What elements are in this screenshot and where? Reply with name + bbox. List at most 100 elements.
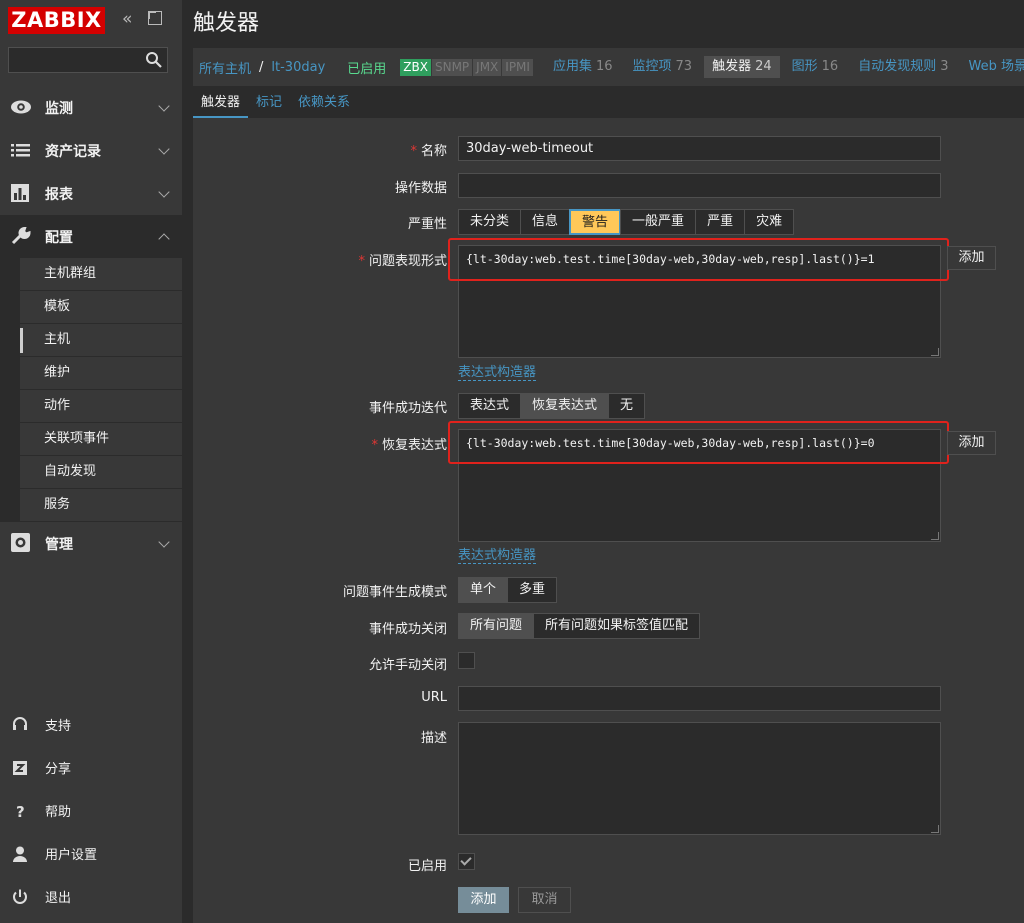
- menu-administration[interactable]: 管理: [0, 522, 182, 565]
- ok-close-tag-match[interactable]: 所有问题如果标签值匹配: [533, 613, 701, 639]
- menu-monitoring[interactable]: 监测: [0, 86, 182, 129]
- page-title: 触发器: [193, 11, 260, 36]
- menu-sign-out[interactable]: 退出: [0, 875, 182, 918]
- jmx-availability-badge: JMX: [473, 58, 502, 76]
- recovery-expression-label: * 恢复表达式: [371, 434, 447, 453]
- name-label: * 名称: [410, 140, 447, 159]
- chevron-up-icon: [158, 233, 170, 245]
- zabbix-logo[interactable]: ZABBIX: [8, 7, 105, 34]
- submenu-item-maintenance[interactable]: 维护: [20, 357, 182, 390]
- description-textarea[interactable]: [458, 722, 941, 835]
- search-input[interactable]: [8, 47, 168, 73]
- submenu-item-services[interactable]: 服务: [20, 489, 182, 522]
- severity-average[interactable]: 一般严重: [620, 209, 697, 235]
- ok-event-expression[interactable]: 表达式: [458, 393, 522, 419]
- resize-handle-icon[interactable]: [931, 348, 939, 356]
- breadcrumb-all-hosts[interactable]: 所有主机: [193, 58, 257, 77]
- enabled-checkbox[interactable]: [458, 853, 475, 870]
- headset-icon: [13, 717, 27, 730]
- ok-event-selector: 表达式 恢复表达式 无: [458, 393, 646, 419]
- kiosk-mode-icon[interactable]: [148, 11, 162, 25]
- expression-builder-link[interactable]: 表达式构造器: [458, 548, 537, 564]
- submenu-item-event-correlation[interactable]: 关联项事件: [20, 423, 182, 456]
- gen-mode-label: 问题事件生成模式: [342, 585, 447, 600]
- gen-mode-multiple[interactable]: 多重: [507, 577, 558, 603]
- nav-triggers[interactable]: 触发器 24: [704, 56, 780, 78]
- chevron-down-icon: [158, 100, 170, 112]
- menu-configuration[interactable]: 配置: [0, 215, 182, 258]
- ok-close-selector: 所有问题 所有问题如果标签值匹配: [458, 613, 701, 639]
- nav-applications[interactable]: 应用集 16: [545, 56, 621, 78]
- nav-count: 16: [821, 59, 839, 74]
- menu-label: 帮助: [45, 805, 72, 820]
- expression-builder-link[interactable]: 表达式构造器: [458, 365, 537, 381]
- ok-event-recovery-expression[interactable]: 恢复表达式: [520, 393, 610, 419]
- search-icon[interactable]: [145, 51, 163, 69]
- ok-close-all-problems[interactable]: 所有问题: [458, 613, 535, 639]
- breadcrumb-separator: /: [259, 59, 264, 75]
- menu-share[interactable]: 分享: [0, 746, 182, 789]
- menu-support[interactable]: 支持: [0, 703, 182, 746]
- url-input[interactable]: [458, 686, 941, 711]
- resize-handle-icon[interactable]: [931, 532, 939, 540]
- bar-chart-icon: [11, 184, 29, 202]
- nav-graphs[interactable]: 图形 16: [784, 56, 847, 78]
- severity-warning[interactable]: 警告: [569, 209, 622, 235]
- tab-dependencies[interactable]: 依赖关系: [290, 90, 358, 118]
- menu-label: 报表: [45, 186, 73, 203]
- menu-help[interactable]: ? 帮助: [0, 789, 182, 832]
- description-label: 描述: [420, 731, 447, 746]
- resize-handle-icon[interactable]: [931, 825, 939, 833]
- tab-tags[interactable]: 标记: [248, 90, 290, 118]
- severity-label: 严重性: [407, 217, 447, 232]
- opdata-input[interactable]: [458, 173, 941, 198]
- tab-trigger[interactable]: 触发器: [193, 90, 249, 118]
- svg-text:?: ?: [16, 803, 25, 820]
- menu-reports[interactable]: 报表: [0, 172, 182, 215]
- menu-inventory[interactable]: 资产记录: [0, 129, 182, 172]
- severity-selector: 未分类 信息 警告 一般严重 严重 灾难: [458, 209, 795, 235]
- bottom-menu: 支持 分享 ? 帮助 用户设置 退出: [0, 703, 182, 918]
- severity-information[interactable]: 信息: [520, 209, 571, 235]
- menu-label: 管理: [45, 536, 73, 553]
- submenu-item-actions[interactable]: 动作: [20, 390, 182, 423]
- sidebar: ZABBIX « 监测 资产记录 报表 配置 主机群组 模板 主机 维护 动作 …: [0, 0, 182, 923]
- zbx-availability-badge: ZBX: [400, 58, 431, 76]
- submenu-item-discovery[interactable]: 自动发现: [20, 456, 182, 489]
- submenu-item-host-groups[interactable]: 主机群组: [20, 258, 182, 291]
- severity-not-classified[interactable]: 未分类: [458, 209, 522, 235]
- required-marker: *: [371, 438, 378, 453]
- nav-count: 24: [755, 59, 772, 74]
- menu-label: 监测: [45, 100, 73, 117]
- gen-mode-single[interactable]: 单个: [458, 577, 509, 603]
- severity-disaster[interactable]: 灾难: [744, 209, 795, 235]
- nav-web-scenarios[interactable]: Web 场景1: [961, 56, 1024, 78]
- manual-close-label: 允许手动关闭: [368, 658, 447, 673]
- nav-discovery-rules[interactable]: 自动发现规则 3: [850, 56, 956, 78]
- label-text: 恢复表达式: [381, 438, 447, 453]
- ok-close-label: 事件成功关闭: [368, 622, 447, 637]
- menu-label: 分享: [45, 762, 72, 777]
- url-label: URL: [421, 690, 447, 705]
- ipmi-availability-badge: IPMI: [502, 58, 533, 76]
- highlight-box: [448, 238, 949, 281]
- menu-user-settings[interactable]: 用户设置: [0, 832, 182, 875]
- nav-label: 触发器: [712, 59, 752, 74]
- menu-label: 支持: [45, 719, 72, 734]
- submenu-item-templates[interactable]: 模板: [20, 291, 182, 324]
- name-input[interactable]: 30day-web-timeout: [458, 136, 941, 161]
- add-recovery-expression-button[interactable]: 添加: [947, 431, 996, 455]
- submit-button[interactable]: 添加: [458, 887, 509, 913]
- breadcrumb-host[interactable]: lt-30day: [265, 60, 331, 75]
- submenu-item-hosts[interactable]: 主机: [20, 324, 182, 357]
- add-problem-expression-button[interactable]: 添加: [947, 246, 996, 270]
- menu-label: 资产记录: [45, 143, 101, 160]
- menu-label: 退出: [45, 891, 72, 906]
- cancel-button[interactable]: 取消: [518, 887, 571, 913]
- severity-high[interactable]: 严重: [695, 209, 746, 235]
- collapse-sidebar-icon[interactable]: «: [122, 10, 140, 28]
- manual-close-checkbox[interactable]: [458, 652, 475, 669]
- main-menu: 监测 资产记录 报表 配置 主机群组 模板 主机 维护 动作 关联项事件 自动发…: [0, 86, 182, 565]
- ok-event-none[interactable]: 无: [608, 393, 646, 419]
- nav-items[interactable]: 监控项 73: [625, 56, 701, 78]
